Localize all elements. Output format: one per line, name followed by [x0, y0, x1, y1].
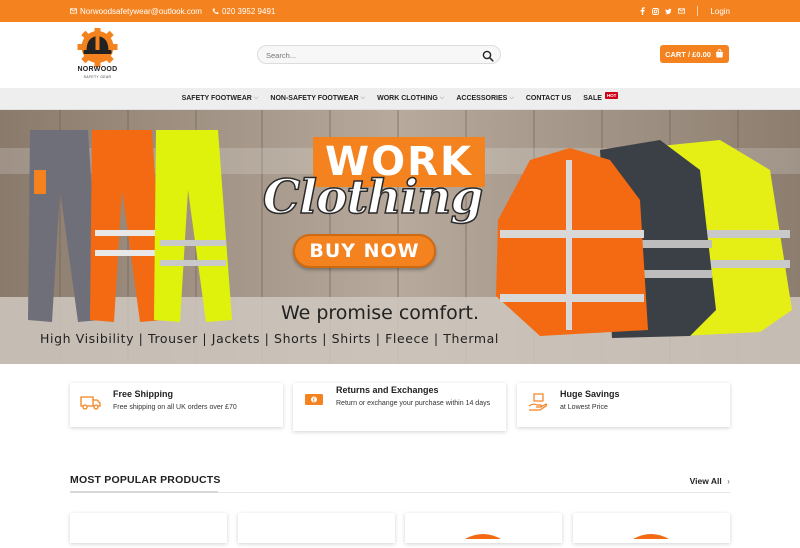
nav-label: SAFETY FOOTWEAR	[181, 95, 252, 102]
feature-subtitle: at Lowest Price	[560, 404, 608, 411]
feature-returns: £ Returns and Exchanges Return or exchan…	[293, 383, 506, 431]
product-card[interactable]	[70, 513, 227, 543]
cart-label: CART / £0.00	[665, 49, 711, 59]
main-nav: SAFETY FOOTWEAR ⌵ NON-SAFETY FOOTWEAR ⌵ …	[0, 88, 800, 110]
product-image	[633, 534, 669, 539]
hero-heading-clothing: Clothing	[262, 169, 484, 226]
product-cards	[70, 513, 730, 543]
feature-title: Huge Savings	[560, 389, 620, 399]
login-link[interactable]: Login	[710, 7, 730, 16]
contact-info: Norwoodsafetywear@outlook.com 020 3952 9…	[0, 7, 275, 16]
nav-work-clothing[interactable]: WORK CLOTHING ⌵	[377, 95, 444, 102]
feature-subtitle: Free shipping on all UK orders over £70	[113, 404, 237, 411]
product-card[interactable]	[573, 513, 730, 543]
email-text: Norwoodsafetywear@outlook.com	[80, 6, 202, 16]
chevron-down-icon: ⌵	[439, 95, 445, 101]
phone-icon	[212, 8, 219, 15]
nav-label: CONTACT US	[525, 95, 572, 102]
svg-text:£: £	[312, 398, 315, 404]
product-card[interactable]	[405, 513, 562, 543]
search-input[interactable]	[266, 49, 476, 61]
top-bar: Norwoodsafetywear@outlook.com 020 3952 9…	[0, 0, 800, 22]
nav-label: NON-SAFETY FOOTWEAR	[270, 95, 359, 102]
view-all-link[interactable]: View All ›	[690, 476, 730, 486]
logo-name: NORWOOD	[77, 66, 118, 73]
chevron-right-icon: ›	[727, 476, 730, 486]
section-title: MOST POPULAR PRODUCTS	[70, 474, 221, 486]
money-icon: £	[303, 389, 325, 409]
instagram-icon[interactable]	[652, 7, 660, 15]
chevron-down-icon: ⌵	[253, 95, 259, 101]
chevron-down-icon: ⌵	[509, 95, 514, 101]
phone-text: 020 3952 9491	[221, 6, 276, 16]
product-card[interactable]	[238, 513, 395, 543]
hard-hat-gear-icon	[77, 27, 118, 67]
hero-tagline: We promise comfort.	[280, 302, 480, 324]
chevron-down-icon: ⌵	[360, 95, 366, 101]
nav-non-safety-footwear[interactable]: NON-SAFETY FOOTWEAR ⌵	[270, 95, 365, 102]
social-login: Login	[639, 6, 730, 16]
truck-icon	[80, 392, 102, 412]
nav-label: WORK CLOTHING	[377, 95, 438, 102]
product-image	[465, 534, 501, 539]
nav-safety-footwear[interactable]: SAFETY FOOTWEAR ⌵	[182, 95, 259, 102]
popular-products-header: MOST POPULAR PRODUCTS View All ›	[70, 472, 730, 494]
feature-subtitle: Return or exchange your purchase within …	[336, 400, 491, 407]
hero-banner[interactable]: WORK Clothing BUY NOW We promise comfort…	[0, 110, 800, 364]
twitter-icon[interactable]	[665, 8, 673, 15]
features-row: Free Shipping Free shipping on all UK or…	[70, 383, 730, 431]
site-header: NORWOOD SAFETY GEAR CART / £0.00	[0, 22, 800, 88]
logo[interactable]: NORWOOD SAFETY GEAR	[70, 27, 125, 84]
nav-contact-us[interactable]: CONTACT US	[526, 95, 571, 102]
nav-sale[interactable]: SALE HOT	[583, 92, 619, 102]
nav-label: SALE	[583, 95, 602, 102]
savings-icon	[527, 392, 549, 412]
envelope-icon	[70, 8, 77, 15]
hot-badge: HOT	[604, 92, 619, 99]
hero-categories: High Visibility | Trouser | Jackets | Sh…	[40, 331, 499, 346]
facebook-icon[interactable]	[639, 7, 646, 15]
divider	[697, 6, 699, 16]
email-icon[interactable]	[678, 8, 686, 15]
phone-link[interactable]: 020 3952 9491	[212, 7, 275, 16]
search-bar	[257, 45, 501, 64]
nav-accessories[interactable]: ACCESSORIES ⌵	[456, 95, 514, 102]
nav-label: ACCESSORIES	[456, 95, 508, 102]
logo-tagline: SAFETY GEAR	[83, 75, 112, 79]
feature-title: Returns and Exchanges	[336, 385, 439, 395]
shopping-bag-icon	[715, 48, 724, 60]
buy-now-button[interactable]: BUY NOW	[293, 234, 436, 268]
jackets-image	[496, 140, 792, 338]
feature-free-shipping: Free Shipping Free shipping on all UK or…	[70, 383, 283, 427]
search-icon[interactable]	[482, 49, 494, 62]
cart-button[interactable]: CART / £0.00	[660, 45, 729, 63]
feature-savings: Huge Savings at Lowest Price	[517, 383, 730, 427]
email-link[interactable]: Norwoodsafetywear@outlook.com	[70, 7, 202, 16]
feature-title: Free Shipping	[113, 389, 174, 399]
view-all-label: View All	[689, 476, 722, 486]
title-underline	[70, 491, 218, 493]
